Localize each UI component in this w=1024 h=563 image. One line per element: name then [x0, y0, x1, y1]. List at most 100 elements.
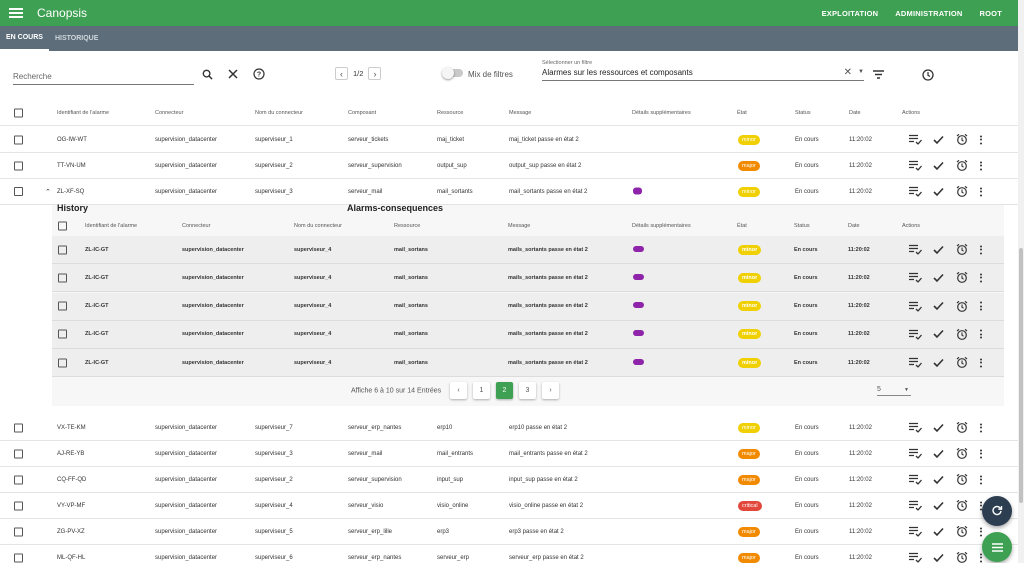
col-component[interactable]: Composant — [348, 110, 376, 116]
chevron-down-icon[interactable]: ▼ — [858, 69, 864, 75]
alarm-clock-icon[interactable] — [954, 133, 969, 145]
sub-prev-page-button[interactable]: ‹ — [450, 382, 467, 399]
details-badge[interactable] — [633, 187, 642, 196]
next-page-button[interactable]: › — [368, 67, 382, 80]
col-details[interactable]: Détails supplémentaires — [632, 110, 691, 116]
check-icon[interactable] — [931, 134, 946, 145]
col-state[interactable]: État — [737, 110, 747, 116]
close-icon[interactable] — [228, 69, 238, 82]
col-id[interactable]: Identifiant de l'alarme — [57, 110, 109, 116]
playlist-check-icon[interactable] — [908, 272, 923, 283]
prev-page-button[interactable]: ‹ — [335, 67, 348, 80]
history-title[interactable]: History — [57, 203, 88, 213]
alarm-clock-icon[interactable] — [954, 300, 969, 312]
check-icon[interactable] — [931, 500, 946, 511]
alarm-clock-icon[interactable] — [954, 159, 969, 171]
table-row[interactable]: TT-VN-UM supervision_datacenter supervis… — [0, 153, 1018, 179]
row-checkbox[interactable] — [14, 449, 23, 458]
more-vert-icon[interactable] — [979, 329, 983, 339]
playlist-check-icon[interactable] — [908, 552, 923, 563]
alarm-clock-icon[interactable] — [954, 551, 969, 563]
playlist-check-icon[interactable] — [908, 134, 923, 145]
col-message[interactable]: Message — [509, 110, 531, 116]
alarm-clock-icon[interactable] — [954, 499, 969, 511]
row-checkbox[interactable] — [58, 273, 67, 283]
check-icon[interactable] — [931, 526, 946, 537]
sub-col-id[interactable]: Identifiant de l'alarme — [85, 223, 137, 229]
check-icon[interactable] — [931, 448, 946, 459]
table-row[interactable]: AJ-RE-YB supervision_datacenter supervis… — [0, 441, 1018, 467]
row-checkbox[interactable] — [14, 501, 23, 510]
more-vert-icon[interactable] — [979, 301, 983, 311]
row-checkbox[interactable] — [58, 329, 67, 339]
table-row[interactable]: VY-VP-MF supervision_datacenter supervis… — [0, 493, 1018, 519]
sub-table-row[interactable]: ZL-IC-GT supervision_datacenter supervis… — [52, 320, 1004, 349]
row-checkbox[interactable] — [14, 161, 23, 170]
alarm-clock-icon[interactable] — [954, 473, 969, 485]
playlist-check-icon[interactable] — [908, 244, 923, 255]
alarm-clock-icon[interactable] — [954, 447, 969, 459]
playlist-check-icon[interactable] — [908, 448, 923, 459]
row-checkbox[interactable] — [58, 301, 67, 311]
alarm-clock-icon[interactable] — [954, 357, 969, 369]
check-icon[interactable] — [931, 329, 946, 340]
col-connector-name[interactable]: Nom du connecteur — [255, 110, 303, 116]
playlist-check-icon[interactable] — [908, 357, 923, 368]
more-vert-icon[interactable] — [979, 161, 983, 170]
sub-col-connector[interactable]: Connecteur — [182, 223, 210, 229]
more-vert-icon[interactable] — [979, 135, 983, 144]
playlist-check-icon[interactable] — [908, 422, 923, 433]
help-icon[interactable]: ? — [253, 68, 265, 83]
playlist-check-icon[interactable] — [908, 329, 923, 340]
mix-filters-toggle[interactable] — [442, 67, 463, 79]
col-status[interactable]: Status — [795, 110, 811, 116]
filter-select[interactable]: Alarmes sur les ressources et composants… — [542, 67, 864, 81]
row-checkbox[interactable] — [58, 358, 67, 368]
sub-col-message[interactable]: Message — [508, 223, 530, 229]
sub-col-date[interactable]: Date — [848, 223, 860, 229]
alarm-clock-icon[interactable] — [954, 185, 969, 197]
sub-table-row[interactable]: ZL-IC-GT supervision_datacenter supervis… — [52, 236, 1004, 264]
sub-col-state[interactable]: État — [737, 223, 747, 229]
table-row[interactable]: ML-QF-HL supervision_datacenter supervis… — [0, 545, 1018, 563]
nav-root[interactable]: ROOT — [980, 9, 1002, 18]
check-icon[interactable] — [931, 272, 946, 283]
row-checkbox[interactable] — [14, 527, 23, 536]
tab-en-cours[interactable]: EN COURS — [0, 26, 49, 51]
check-icon[interactable] — [931, 422, 946, 433]
row-checkbox[interactable] — [14, 423, 23, 432]
alarm-clock-icon[interactable] — [954, 525, 969, 537]
alarm-clock-icon[interactable] — [954, 328, 969, 340]
more-vert-icon[interactable] — [979, 449, 983, 458]
col-date[interactable]: Date — [849, 110, 861, 116]
sub-col-connector-name[interactable]: Nom du connecteur — [294, 223, 342, 229]
playlist-check-icon[interactable] — [908, 500, 923, 511]
tab-historique[interactable]: HISTORIQUE — [49, 26, 104, 51]
more-vert-icon[interactable] — [979, 423, 983, 432]
check-icon[interactable] — [931, 357, 946, 368]
sub-col-resource[interactable]: Ressource — [394, 223, 420, 229]
row-checkbox[interactable] — [14, 553, 23, 562]
playlist-check-icon[interactable] — [908, 474, 923, 485]
table-row[interactable]: ⌃ ZL-XF-SQ supervision_datacenter superv… — [0, 179, 1018, 205]
alarm-clock-icon[interactable] — [954, 272, 969, 284]
clear-filter-icon[interactable]: ✕ — [844, 67, 852, 78]
page-scrollbar[interactable] — [1018, 0, 1024, 563]
more-vert-icon[interactable] — [979, 245, 983, 254]
more-vert-icon[interactable] — [979, 475, 983, 484]
alarm-clock-icon[interactable] — [954, 421, 969, 433]
rows-per-page-select[interactable]: 5 ▼ — [877, 386, 911, 396]
alarm-clock-icon[interactable] — [954, 243, 969, 255]
check-icon[interactable] — [931, 552, 946, 563]
playlist-check-icon[interactable] — [908, 186, 923, 197]
sub-next-page-button[interactable]: › — [542, 382, 559, 399]
table-row[interactable]: OG-IW-WT supervision_datacenter supervis… — [0, 127, 1018, 153]
col-connector[interactable]: Connecteur — [155, 110, 183, 116]
details-badge[interactable] — [633, 358, 644, 367]
row-checkbox[interactable] — [14, 135, 23, 144]
more-vert-icon[interactable] — [979, 273, 983, 283]
menu-icon[interactable] — [9, 8, 23, 18]
search-icon[interactable] — [202, 69, 213, 83]
page-button-3[interactable]: 3 — [519, 382, 536, 399]
check-icon[interactable] — [931, 301, 946, 312]
